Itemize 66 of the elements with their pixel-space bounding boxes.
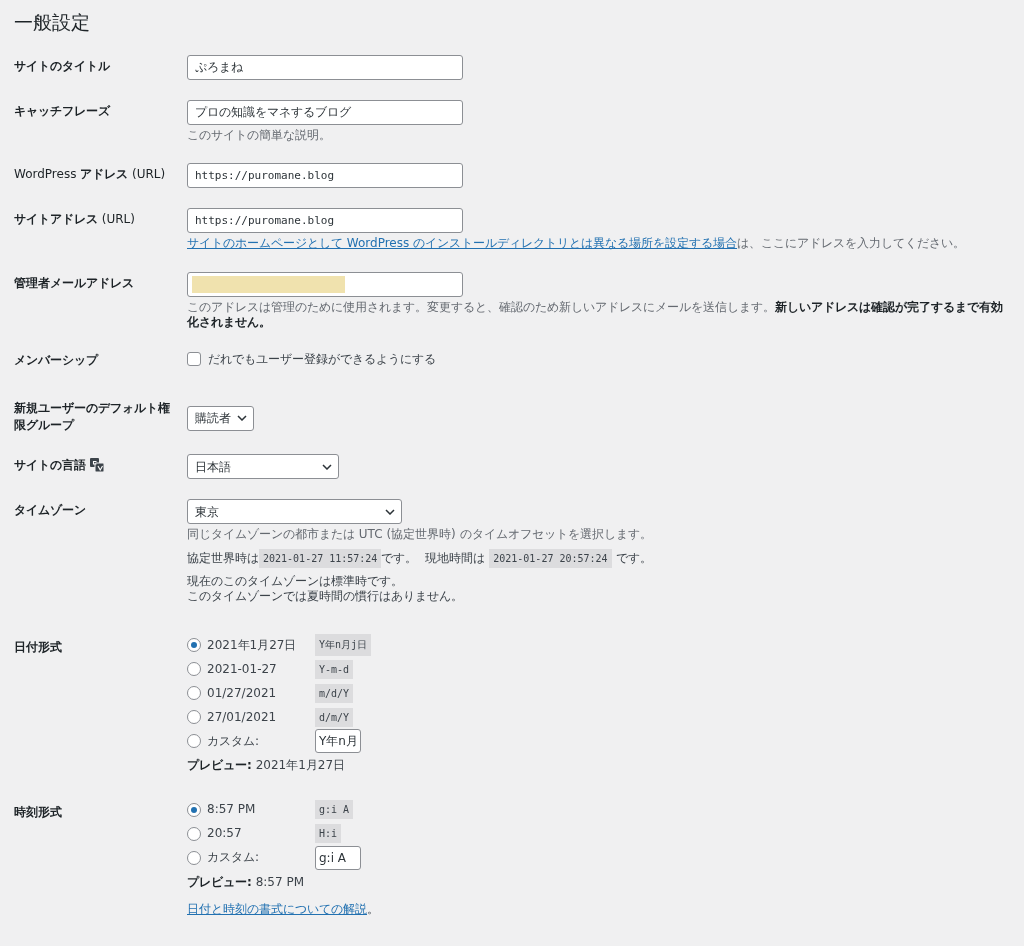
format-code: m/d/Y	[315, 683, 354, 703]
custom-format-field[interactable]: g:i A	[315, 845, 361, 870]
radio-label[interactable]: 8:57 PM	[207, 801, 315, 819]
radio-label[interactable]: 2021-01-27	[207, 660, 315, 678]
help-link[interactable]: 日付と時刻の書式についての解説	[187, 901, 367, 916]
dropdown[interactable]: 日本語	[187, 454, 339, 480]
format-preview: プレビュー: 8:57 PM	[187, 873, 305, 891]
radio-label[interactable]: 2021年1月27日	[207, 636, 315, 654]
radio-label[interactable]: カスタム:	[207, 732, 315, 750]
custom-format-field[interactable]: Y年n月	[315, 729, 361, 754]
dropdown[interactable]: 東京	[187, 499, 402, 525]
format-preview: プレビュー: 2021年1月27日	[187, 757, 347, 774]
radio-button[interactable]	[187, 734, 201, 749]
radio-button[interactable]	[187, 686, 201, 701]
help-text: 日付と時刻の書式についての解説。	[187, 900, 380, 918]
radio-button[interactable]	[187, 638, 201, 653]
field-label: 新規ユーザーのデフォルト権限グループ	[14, 400, 170, 432]
radio-label[interactable]: 27/01/2021	[207, 708, 315, 726]
translation-icon	[90, 458, 104, 473]
radio-label[interactable]: 20:57	[207, 825, 315, 843]
field-label: サイトの言語	[14, 458, 86, 473]
field-label: メンバーシップ	[14, 353, 98, 368]
field-label: サイトアドレス (URL)	[14, 212, 135, 227]
format-code: H:i	[315, 824, 342, 844]
radio-button[interactable]	[187, 850, 201, 865]
radio-label[interactable]: カスタム:	[207, 849, 315, 867]
chevron-icon	[322, 463, 332, 470]
checkbox-label[interactable]: だれでもユーザー登録ができるようにする	[208, 351, 436, 368]
radio-button[interactable]	[187, 826, 201, 841]
time-label: 協定世界時は	[187, 551, 259, 566]
checkbox[interactable]	[187, 352, 201, 367]
radio-button[interactable]	[187, 802, 201, 817]
text-field[interactable]: https://puromane.blog	[187, 208, 463, 234]
utc-time: 2021-01-27 11:57:24	[259, 549, 382, 569]
time-label: 現地時間は	[425, 551, 486, 566]
field-label: 管理者メールアドレス	[14, 275, 134, 290]
format-code: Y-m-d	[315, 659, 354, 679]
field-label: 日付形式	[14, 640, 62, 655]
text-field[interactable]: https://puromane.blog	[187, 163, 463, 189]
time-label: です。	[381, 551, 418, 566]
radio-button[interactable]	[187, 710, 201, 725]
text-field[interactable]: ぷろまね	[187, 54, 463, 80]
chevron-icon	[237, 415, 247, 422]
field-label: 時刻形式	[14, 804, 62, 819]
dropdown[interactable]: 購読者	[187, 405, 254, 431]
field-label: WordPress アドレス (URL)	[14, 167, 166, 182]
time-label: です。	[615, 551, 652, 566]
radio-label[interactable]: 01/27/2021	[207, 684, 315, 702]
field-label: サイトのタイトル	[14, 58, 110, 73]
chevron-icon	[385, 508, 395, 515]
radio-button[interactable]	[187, 662, 201, 677]
page-title: 一般設定	[14, 10, 91, 35]
timezone-note: このタイムゾーンでは夏時間の慣行はありません。	[187, 589, 464, 606]
field-description: このアドレスは管理のために使用されます。変更すると、確認のため新しいアドレスにメールを送信します。新しいアドレスは確認が完了するまで有効化されません。	[187, 299, 1004, 332]
help-link[interactable]: サイトのホームページとして WordPress のインストールディレクトリとは異なる場所を設定する場合	[187, 236, 738, 251]
field-label: キャッチフレーズ	[14, 103, 110, 118]
text-field[interactable]: プロの知識をマネするブログ	[187, 99, 463, 125]
field-label: タイムゾーン	[14, 503, 86, 518]
field-description: 同じタイムゾーンの都市または UTC (協定世界時) のタイムオフセットを選択します。	[187, 527, 653, 544]
timezone-note: 現在のこのタイムゾーンは標準時です。	[187, 573, 404, 590]
format-code: Y年n月j日	[315, 634, 372, 657]
format-code: g:i A	[315, 800, 354, 820]
local-time: 2021-01-27 20:57:24	[489, 549, 612, 569]
field-description: サイトのホームページとして WordPress のインストールディレクトリとは異なる場所を設定する場合は、ここにアドレスを入力してください。	[187, 236, 967, 252]
format-code: d/m/Y	[315, 707, 354, 727]
field-description: このサイトの簡単な説明。	[187, 127, 332, 144]
